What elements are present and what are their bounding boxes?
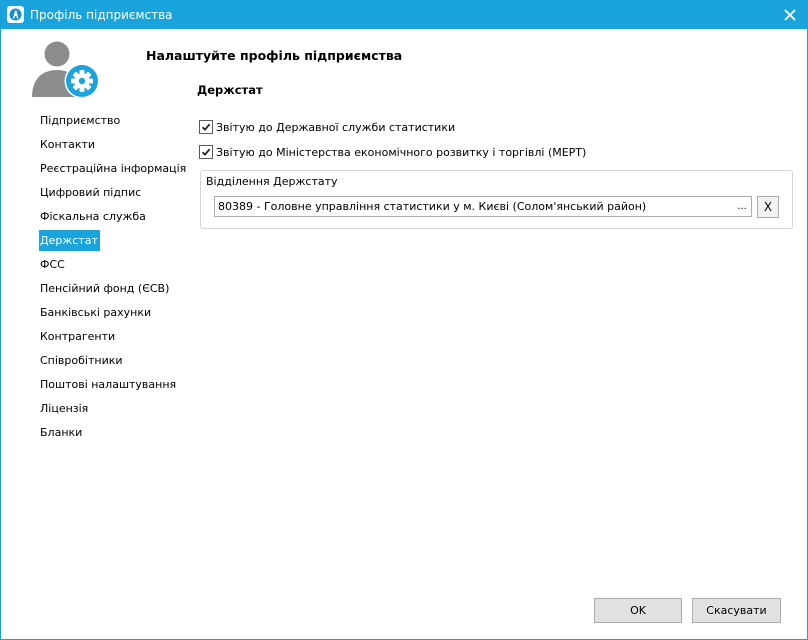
sidebar-item-license[interactable]: Ліцензія: [39, 398, 90, 419]
sidebar-item-registration-info[interactable]: Реєстраційна інформація: [39, 158, 188, 179]
close-icon: [784, 9, 796, 21]
state-stats-checkbox-label: Звітую до Державної служби статистики: [216, 120, 456, 134]
stats-department-value: 80389 - Головне управління статистики у …: [218, 200, 647, 213]
stats-department-group: Відділення Держстату 80389 - Головне упр…: [200, 170, 793, 229]
checkmark-icon: [201, 148, 211, 156]
sidebar-item-forms[interactable]: Бланки: [39, 422, 84, 443]
sidebar-item-fss[interactable]: ФСС: [39, 254, 67, 275]
clear-button-label: X: [763, 200, 773, 214]
profile-dialog: Профіль підприємства Налаштуйте профіль …: [0, 0, 808, 640]
sidebar-nav: Підприємство Контакти Реєстраційна інфор…: [39, 110, 189, 446]
sidebar-item-derzhstat[interactable]: Держстат: [39, 230, 100, 251]
mert-checkbox-label: Звітую до Міністерства економічного розв…: [216, 145, 587, 159]
sidebar-item-fiscal-service[interactable]: Фіскальна служба: [39, 206, 148, 227]
sidebar-item-pension-fund[interactable]: Пенсійний фонд (ЄСВ): [39, 278, 171, 299]
sidebar-item-employees[interactable]: Співробітники: [39, 350, 125, 371]
sidebar-item-bank-accounts[interactable]: Банківські рахунки: [39, 302, 153, 323]
close-button[interactable]: [777, 3, 803, 27]
ok-button[interactable]: OK: [594, 598, 682, 623]
title-bar[interactable]: Профіль підприємства: [1, 1, 807, 29]
mert-checkbox-row[interactable]: Звітую до Міністерства економічного розв…: [199, 144, 586, 160]
stats-department-label: Відділення Держстату: [206, 175, 338, 188]
state-stats-checkbox-row[interactable]: Звітую до Державної служби статистики: [199, 119, 455, 135]
ellipsis-icon: ...: [737, 200, 747, 212]
state-stats-checkbox[interactable]: [199, 120, 213, 134]
sidebar-item-counterparties[interactable]: Контрагенти: [39, 326, 117, 347]
mert-checkbox[interactable]: [199, 145, 213, 159]
sidebar-item-enterprise[interactable]: Підприємство: [39, 110, 122, 131]
checkmark-icon: [201, 123, 211, 131]
browse-button[interactable]: ...: [735, 200, 749, 213]
app-logo-icon: [7, 6, 24, 23]
clear-button[interactable]: X: [757, 196, 779, 218]
cancel-button[interactable]: Скасувати: [692, 598, 781, 623]
page-title: Налаштуйте профіль підприємства: [146, 48, 403, 63]
stats-department-field[interactable]: 80389 - Головне управління статистики у …: [214, 196, 752, 217]
window-title: Профіль підприємства: [30, 8, 173, 22]
sidebar-item-contacts[interactable]: Контакти: [39, 134, 97, 155]
user-gear-icon: [32, 41, 100, 99]
sidebar-item-digital-signature[interactable]: Цифровий підпис: [39, 182, 143, 203]
section-title: Держстат: [197, 83, 263, 97]
sidebar-item-mail-settings[interactable]: Поштові налаштування: [39, 374, 178, 395]
